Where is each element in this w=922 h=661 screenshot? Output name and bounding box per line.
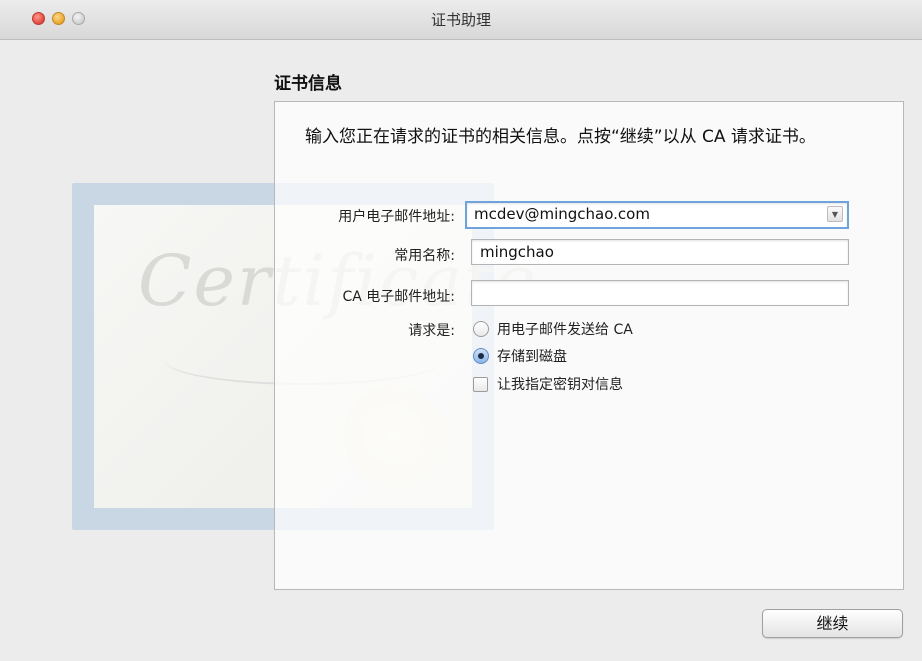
form-panel: 输入您正在请求的证书的相关信息。点按“继续”以从 CA 请求证书。 用户电子邮件… — [274, 101, 904, 590]
email-label: 用户电子邮件地址: — [338, 209, 455, 225]
radio-save-to-disk[interactable]: 存储到磁盘 — [473, 346, 567, 366]
email-combobox[interactable]: mcdev@mingchao.com ▼ — [465, 201, 849, 229]
common-name-value: mingchao — [480, 243, 554, 261]
ca-email-field[interactable] — [471, 280, 849, 306]
request-label: 请求是: — [408, 323, 455, 339]
radio-button-selected-icon[interactable] — [473, 348, 489, 364]
radio-save-to-disk-label: 存储到磁盘 — [497, 349, 567, 365]
radio-email-ca-label: 用电子邮件发送给 CA — [497, 322, 633, 338]
certificate-assistant-window: 证书助理 Certificate 证书信息 输入您正在请求的证书的相关信息。点按… — [0, 0, 922, 661]
radio-button-icon[interactable] — [473, 321, 489, 337]
chevron-down-icon[interactable]: ▼ — [827, 206, 843, 222]
common-name-label: 常用名称: — [394, 248, 455, 264]
common-name-field[interactable]: mingchao — [471, 239, 849, 265]
checkbox-icon[interactable] — [473, 376, 488, 392]
section-title: 证书信息 — [274, 74, 342, 94]
ca-email-label: CA 电子邮件地址: — [342, 289, 455, 305]
checkbox-specify-key-pair-label: 让我指定密钥对信息 — [497, 377, 623, 393]
checkbox-specify-key-pair[interactable]: 让我指定密钥对信息 — [473, 374, 623, 394]
continue-button[interactable]: 继续 — [762, 609, 903, 638]
intro-text: 输入您正在请求的证书的相关信息。点按“继续”以从 CA 请求证书。 — [305, 127, 816, 147]
radio-email-ca[interactable]: 用电子邮件发送给 CA — [473, 319, 633, 339]
email-value: mcdev@mingchao.com — [474, 205, 650, 223]
title-bar: 证书助理 — [0, 0, 922, 40]
window-title: 证书助理 — [430, 11, 491, 29]
